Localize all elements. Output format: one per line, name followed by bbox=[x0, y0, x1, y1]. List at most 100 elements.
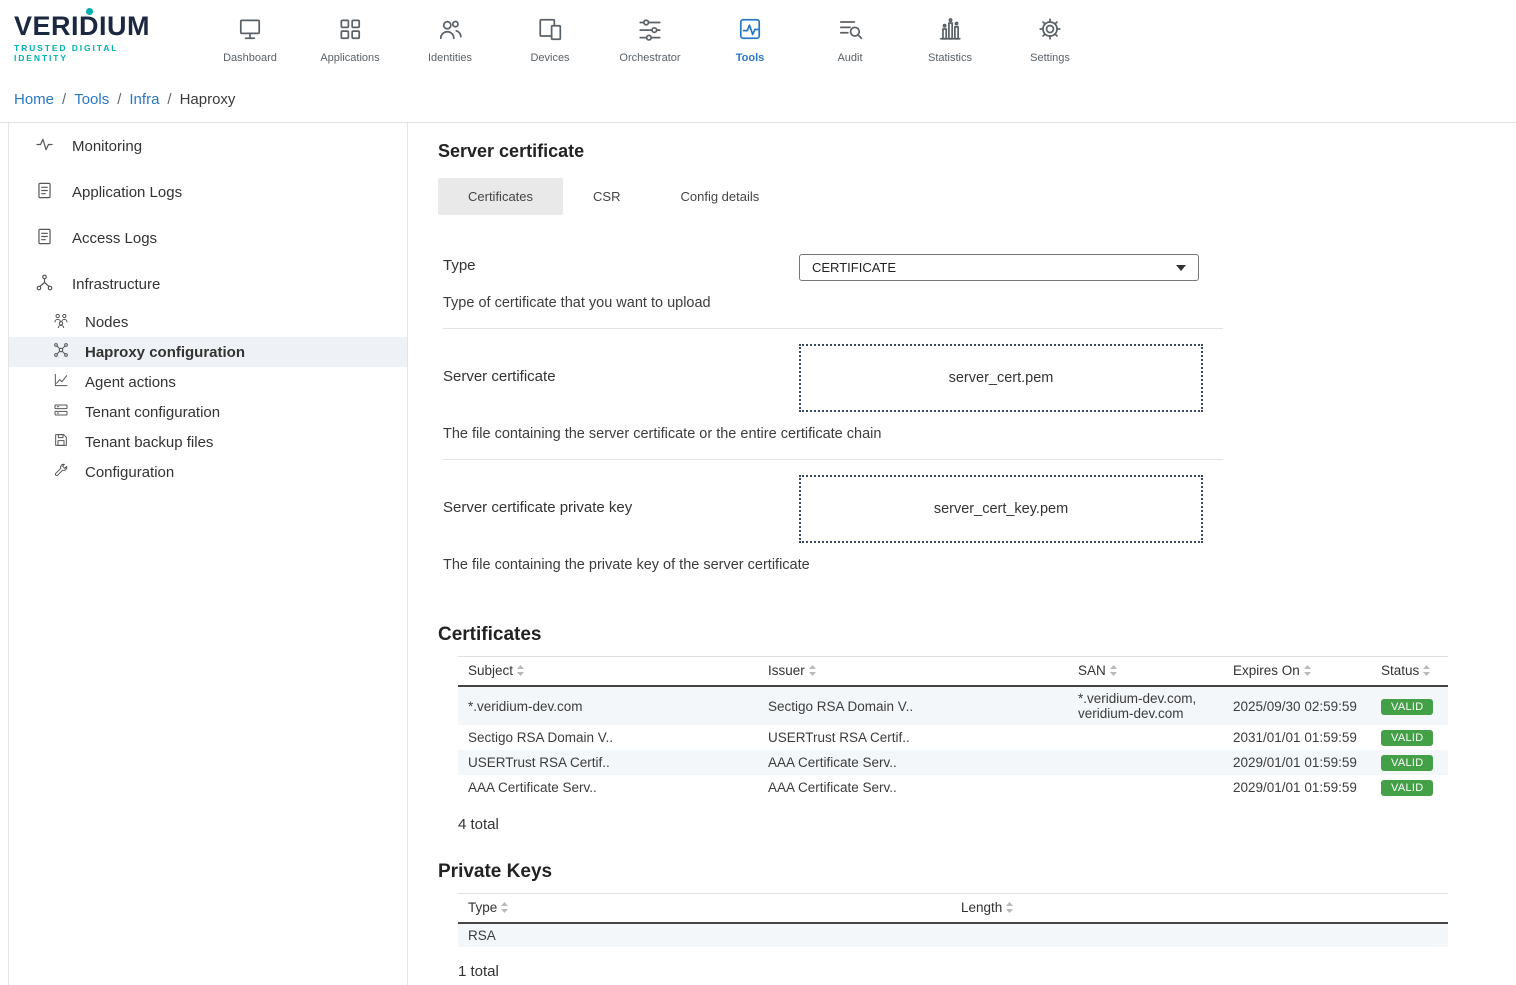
column-header-issuer[interactable]: Issuer bbox=[758, 657, 1068, 687]
private-key-label: Server certificate private key bbox=[443, 475, 799, 516]
column-header-length[interactable]: Length bbox=[951, 894, 1448, 924]
private-key-dropzone[interactable]: server_cert_key.pem bbox=[799, 475, 1203, 543]
save-icon bbox=[53, 432, 69, 452]
tab-bar: Certificates CSR Config details bbox=[423, 178, 1516, 215]
nav-item-label: Orchestrator bbox=[619, 52, 680, 64]
nav-item-dashboard[interactable]: Dashboard bbox=[200, 12, 300, 64]
cell-san bbox=[1068, 750, 1223, 775]
tools-icon bbox=[737, 16, 763, 45]
document-icon bbox=[35, 227, 54, 250]
sidebar-item-label: Nodes bbox=[85, 314, 128, 331]
brand-dot bbox=[86, 8, 93, 15]
sort-icon bbox=[517, 664, 524, 679]
devices-icon bbox=[537, 16, 563, 45]
server-certificate-dropzone[interactable]: server_cert.pem bbox=[799, 344, 1203, 412]
brand-name: VERIDIUM bbox=[14, 13, 174, 40]
cell-expires: 2025/09/30 02:59:59 bbox=[1223, 686, 1371, 725]
nav-item-applications[interactable]: Applications bbox=[300, 12, 400, 64]
statistics-icon bbox=[937, 16, 963, 45]
brand-logo[interactable]: VERIDIUM TRUSTED DIGITAL IDENTITY bbox=[14, 13, 174, 63]
sort-icon bbox=[1304, 664, 1311, 679]
network-icon bbox=[53, 342, 69, 362]
audit-icon bbox=[837, 16, 863, 45]
nav-item-label: Applications bbox=[320, 52, 379, 64]
nav-item-label: Settings bbox=[1030, 52, 1070, 64]
cell-san: *.veridium-dev.com, veridium-dev.com bbox=[1068, 686, 1223, 725]
sort-icon bbox=[809, 664, 816, 679]
private-key-help-text: The file containing the private key of t… bbox=[443, 557, 1223, 573]
breadcrumb-tools[interactable]: Tools bbox=[74, 91, 109, 108]
chart-icon bbox=[53, 372, 69, 392]
settings-icon bbox=[1037, 16, 1063, 45]
nav-item-orchestrator[interactable]: Orchestrator bbox=[600, 12, 700, 64]
nav-item-audit[interactable]: Audit bbox=[800, 12, 900, 64]
brand-tagline: TRUSTED DIGITAL IDENTITY bbox=[14, 43, 174, 63]
sidebar-item-access-logs[interactable]: Access Logs bbox=[9, 215, 407, 261]
column-header-san[interactable]: SAN bbox=[1068, 657, 1223, 687]
sidebar-item-label: Agent actions bbox=[85, 374, 176, 391]
main-panel: Server certificate Certificates CSR Conf… bbox=[408, 123, 1516, 985]
cell-subject: AAA Certificate Serv.. bbox=[458, 775, 758, 800]
tab-config-details[interactable]: Config details bbox=[650, 178, 789, 215]
nav-items: Dashboard Applications Identities Device… bbox=[200, 12, 1100, 64]
sidebar-item-nodes[interactable]: Nodes bbox=[9, 307, 407, 337]
sort-icon bbox=[1423, 664, 1430, 679]
sidebar-item-label: Configuration bbox=[85, 464, 174, 481]
sort-icon bbox=[501, 901, 508, 916]
private-keys-table: Type Length RSA bbox=[458, 893, 1448, 947]
cell-expires: 2031/01/01 01:59:59 bbox=[1223, 725, 1371, 750]
nav-item-label: Dashboard bbox=[223, 52, 277, 64]
type-help-text: Type of certificate that you want to upl… bbox=[443, 295, 1223, 311]
nav-item-label: Tools bbox=[736, 52, 765, 64]
breadcrumb: Home / Tools / Infra / Haproxy bbox=[0, 76, 1516, 122]
private-key-filename: server_cert_key.pem bbox=[934, 501, 1068, 517]
private-keys-total: 1 total bbox=[458, 963, 1516, 980]
sidebar-item-infrastructure[interactable]: Infrastructure bbox=[9, 261, 407, 307]
nav-item-statistics[interactable]: Statistics bbox=[900, 12, 1000, 64]
tab-certificates[interactable]: Certificates bbox=[438, 178, 563, 215]
cell-length bbox=[951, 923, 1448, 947]
nav-item-label: Audit bbox=[837, 52, 862, 64]
cell-issuer: AAA Certificate Serv.. bbox=[758, 750, 1068, 775]
nav-item-devices[interactable]: Devices bbox=[500, 12, 600, 64]
sidebar-item-agent-actions[interactable]: Agent actions bbox=[9, 367, 407, 397]
cell-issuer: Sectigo RSA Domain V.. bbox=[758, 686, 1068, 725]
tab-csr[interactable]: CSR bbox=[563, 178, 650, 215]
certificate-type-select[interactable]: CERTIFICATE bbox=[799, 254, 1199, 281]
sidebar-item-haproxy-configuration[interactable]: Haproxy configuration bbox=[9, 337, 407, 367]
cell-san bbox=[1068, 775, 1223, 800]
column-header-subject[interactable]: Subject bbox=[458, 657, 758, 687]
sidebar-item-tenant-configuration[interactable]: Tenant configuration bbox=[9, 397, 407, 427]
nav-item-label: Statistics bbox=[928, 52, 972, 64]
sidebar-item-tenant-backup-files[interactable]: Tenant backup files bbox=[9, 427, 407, 457]
certificate-form: Type CERTIFICATE Type of certificate tha… bbox=[443, 239, 1223, 590]
sidebar: Monitoring Application Logs Access Logs … bbox=[8, 123, 408, 985]
sidebar-item-monitoring[interactable]: Monitoring bbox=[9, 123, 407, 169]
server-icon bbox=[53, 402, 69, 422]
sidebar-item-application-logs[interactable]: Application Logs bbox=[9, 169, 407, 215]
cell-expires: 2029/01/01 01:59:59 bbox=[1223, 750, 1371, 775]
nav-item-tools[interactable]: Tools bbox=[700, 12, 800, 64]
certificates-total: 4 total bbox=[458, 816, 1516, 833]
status-badge: VALID bbox=[1381, 699, 1433, 715]
sitemap-icon bbox=[35, 273, 54, 296]
chevron-down-icon bbox=[1176, 265, 1186, 271]
server-certificate-filename: server_cert.pem bbox=[949, 370, 1054, 386]
breadcrumb-separator: / bbox=[117, 91, 121, 108]
nav-item-identities[interactable]: Identities bbox=[400, 12, 500, 64]
nav-item-settings[interactable]: Settings bbox=[1000, 12, 1100, 64]
orchestrator-icon bbox=[637, 16, 663, 45]
breadcrumb-home[interactable]: Home bbox=[14, 91, 54, 108]
sidebar-item-configuration[interactable]: Configuration bbox=[9, 457, 407, 487]
table-row: USERTrust RSA Certif.. AAA Certificate S… bbox=[458, 750, 1448, 775]
column-header-expires-on[interactable]: Expires On bbox=[1223, 657, 1371, 687]
sidebar-item-label: Monitoring bbox=[72, 138, 142, 155]
applications-icon bbox=[337, 16, 363, 45]
breadcrumb-infra[interactable]: Infra bbox=[129, 91, 159, 108]
column-header-type[interactable]: Type bbox=[458, 894, 951, 924]
content-area: Monitoring Application Logs Access Logs … bbox=[0, 122, 1516, 985]
column-header-status[interactable]: Status bbox=[1371, 657, 1448, 687]
breadcrumb-separator: / bbox=[167, 91, 171, 108]
server-certificate-help-text: The file containing the server certifica… bbox=[443, 426, 1223, 442]
certificate-type-value: CERTIFICATE bbox=[812, 260, 896, 275]
